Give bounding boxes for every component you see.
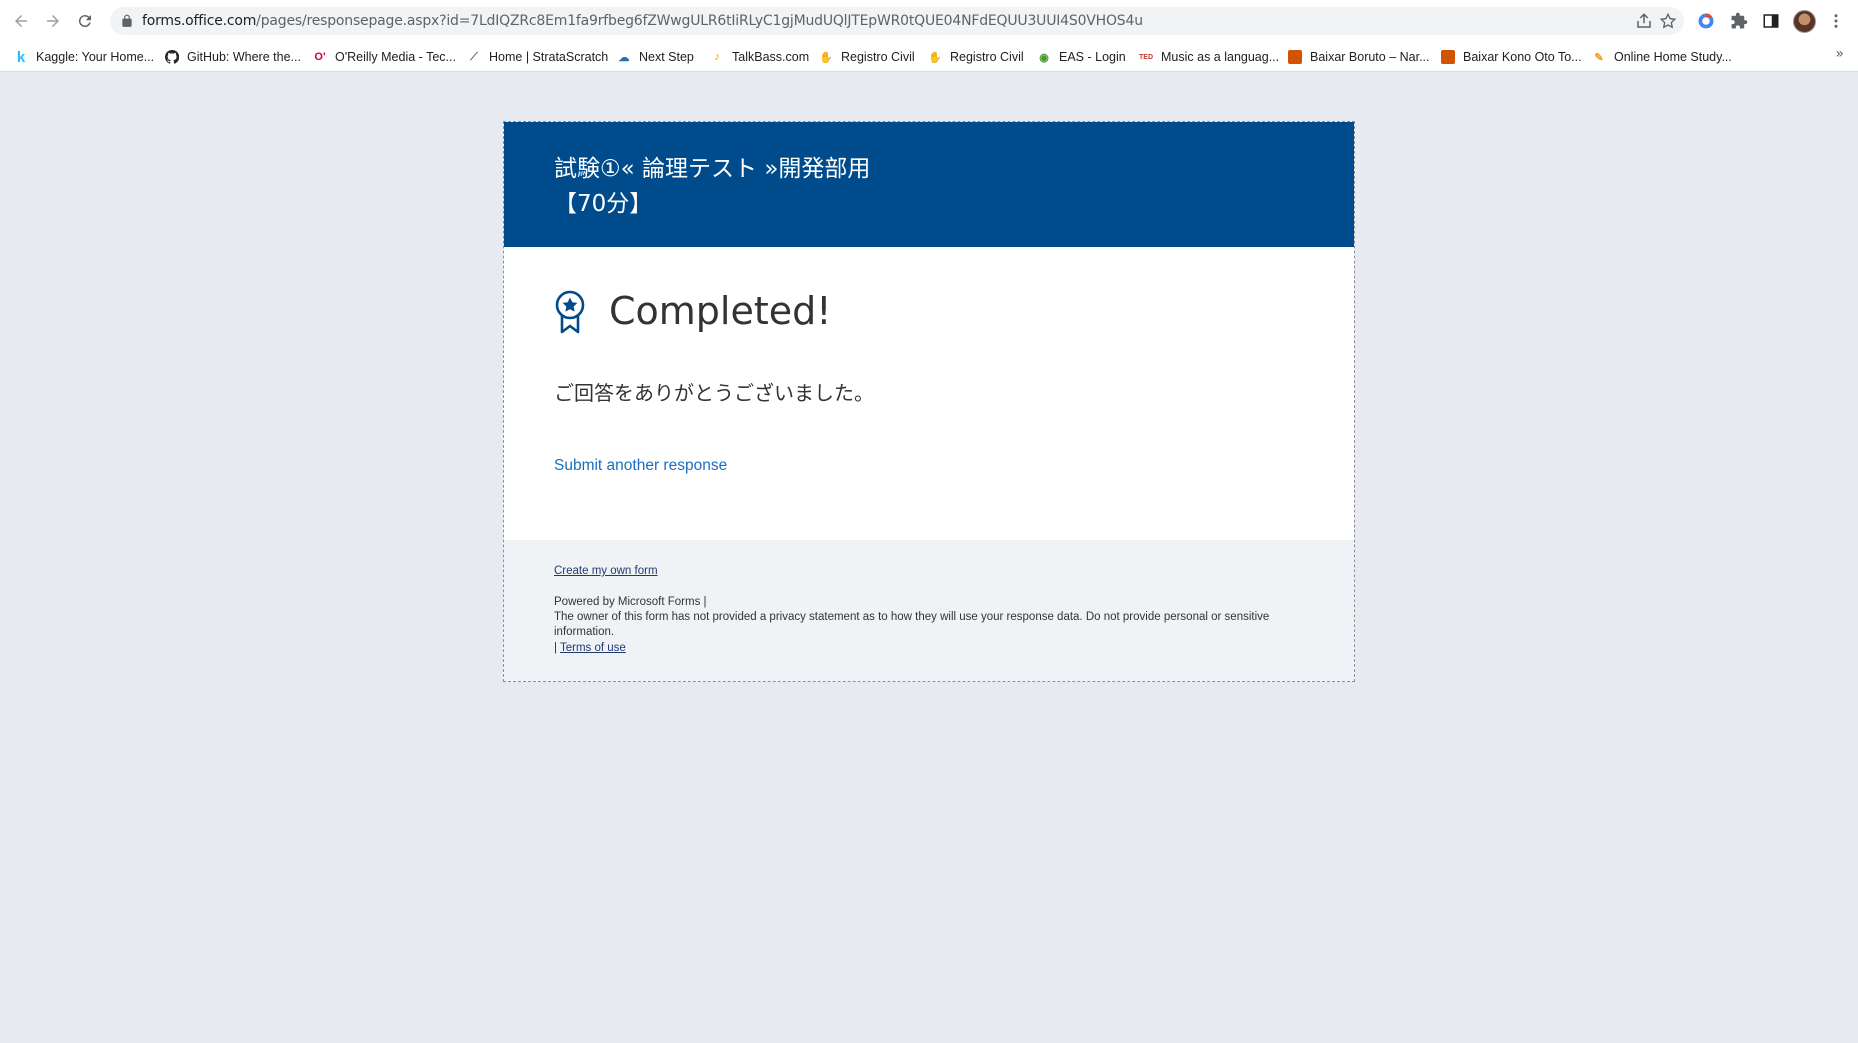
share-icon[interactable]: [1635, 12, 1653, 30]
bookmark-label: GitHub: Where the...: [187, 50, 301, 64]
completed-heading: Completed!: [609, 289, 832, 333]
powered-by-text: Powered by Microsoft Forms |: [554, 596, 707, 608]
talkbass-icon: ♪: [714, 51, 720, 63]
stratascratch-icon: ⟋: [470, 50, 478, 63]
eas-icon: ◉: [1039, 51, 1049, 64]
form-body: Completed! ご回答をありがとうございました。 Submit anoth…: [504, 247, 1354, 540]
bookmark-nextstep[interactable]: ☁ Next Step: [617, 48, 694, 66]
bookmarks-bar: k Kaggle: Your Home... GitHub: Where the.…: [0, 42, 1858, 72]
lock-icon: [122, 14, 132, 27]
bookmark-music[interactable]: TED Music as a languag...: [1139, 48, 1279, 66]
address-bar[interactable]: forms.office.com/pages/responsepage.aspx…: [110, 7, 1684, 35]
bookmark-label: Online Home Study...: [1614, 50, 1732, 64]
bookmark-label: TalkBass.com: [732, 50, 810, 64]
reload-icon: [78, 15, 91, 28]
forward-button[interactable]: [41, 9, 65, 33]
bookmark-registro-civil-1[interactable]: ✋ Registro Civil: [819, 48, 915, 66]
form-card: 試験①« 論理テスト »開発部用 【70分】 Completed! ご回答をあり…: [503, 121, 1355, 682]
bookmark-talkbass[interactable]: ♪ TalkBass.com: [710, 48, 809, 66]
registro-civil-icon: ✋: [928, 51, 942, 64]
bookmark-label: Baixar Kono Oto To...: [1463, 50, 1582, 64]
music-icon: TED: [1139, 53, 1153, 61]
browser-chrome: forms.office.com/pages/responsepage.aspx…: [0, 0, 1858, 72]
study-icon: ✎: [1594, 51, 1604, 64]
arrow-left-icon: [15, 15, 27, 27]
bookmark-kaggle[interactable]: k Kaggle: Your Home...: [14, 48, 154, 66]
bookmark-registro-civil-2[interactable]: ✋ Registro Civil: [928, 48, 1024, 66]
browser-toolbar: forms.office.com/pages/responsepage.aspx…: [0, 0, 1858, 42]
bookmark-label: Music as a languag...: [1161, 50, 1280, 64]
baixar-icon: [1288, 50, 1302, 64]
registro-civil-icon: ✋: [819, 51, 833, 64]
bookmark-label: Next Step: [639, 50, 694, 64]
puzzle-icon[interactable]: [1729, 11, 1749, 31]
reload-button[interactable]: [73, 9, 97, 33]
bookmark-online-study[interactable]: ✎ Online Home Study...: [1592, 48, 1732, 66]
terms-separator: |: [554, 642, 557, 654]
url-host: forms.office.com: [142, 13, 257, 29]
profile-avatar[interactable]: [1793, 10, 1816, 33]
award-badge-icon: [555, 290, 585, 334]
bookmark-label: EAS - Login: [1059, 50, 1126, 64]
create-my-own-form-link[interactable]: Create my own form: [554, 565, 658, 577]
kaggle-icon: k: [16, 48, 26, 66]
bookmark-oreilly[interactable]: O' O'Reilly Media - Tec...: [313, 48, 456, 66]
bookmarks-more-icon[interactable]: »: [1835, 46, 1844, 62]
form-footer: Create my own form Powered by Microsoft …: [504, 540, 1354, 681]
privacy-notice: The owner of this form has not provided …: [554, 611, 1270, 638]
bookmark-label: Registro Civil: [841, 50, 915, 64]
bookmark-label: Registro Civil: [950, 50, 1024, 64]
create-form-row: Create my own form: [554, 564, 658, 579]
bookmark-label: O'Reilly Media - Tec...: [335, 50, 456, 64]
bookmark-github[interactable]: GitHub: Where the...: [165, 48, 301, 66]
bookmark-label: Home | StrataScratch: [489, 50, 609, 64]
star-icon[interactable]: [1659, 12, 1677, 30]
bookmark-label: Baixar Boruto – Nar...: [1310, 50, 1430, 64]
terms-row: | Terms of use: [554, 641, 626, 656]
url-text: forms.office.com/pages/responsepage.aspx…: [142, 13, 1143, 29]
github-icon: [165, 50, 179, 64]
bookmark-label: Kaggle: Your Home...: [36, 50, 155, 64]
bookmark-stratascratch[interactable]: ⟋ Home | StrataScratch: [467, 48, 608, 66]
bookmark-baixar-boruto[interactable]: Baixar Boruto – Nar...: [1288, 48, 1430, 66]
arrow-right-icon: [47, 15, 59, 27]
form-title: 試験①« 論理テスト »開発部用 【70分】: [554, 156, 871, 217]
terms-of-use-link[interactable]: Terms of use: [560, 642, 626, 654]
nextstep-icon: ☁: [618, 51, 630, 64]
menu-kebab-icon[interactable]: [1826, 11, 1846, 31]
bookmark-eas-login[interactable]: ◉ EAS - Login: [1037, 48, 1126, 66]
thank-you-message: ご回答をありがとうございました。: [554, 381, 874, 405]
side-panel-icon[interactable]: [1761, 11, 1781, 31]
extension-color-icon[interactable]: [1696, 11, 1716, 31]
submit-another-response-link[interactable]: Submit another response: [554, 457, 727, 475]
oreilly-icon: O': [314, 51, 326, 63]
form-header: 試験①« 論理テスト »開発部用 【70分】: [504, 122, 1354, 247]
bookmark-baixar-kono[interactable]: Baixar Kono Oto To...: [1441, 48, 1582, 66]
baixar-icon: [1441, 50, 1455, 64]
back-button[interactable]: [9, 9, 33, 33]
url-path: /pages/responsepage.aspx?id=7LdIQZRc8Em1…: [256, 13, 1143, 29]
